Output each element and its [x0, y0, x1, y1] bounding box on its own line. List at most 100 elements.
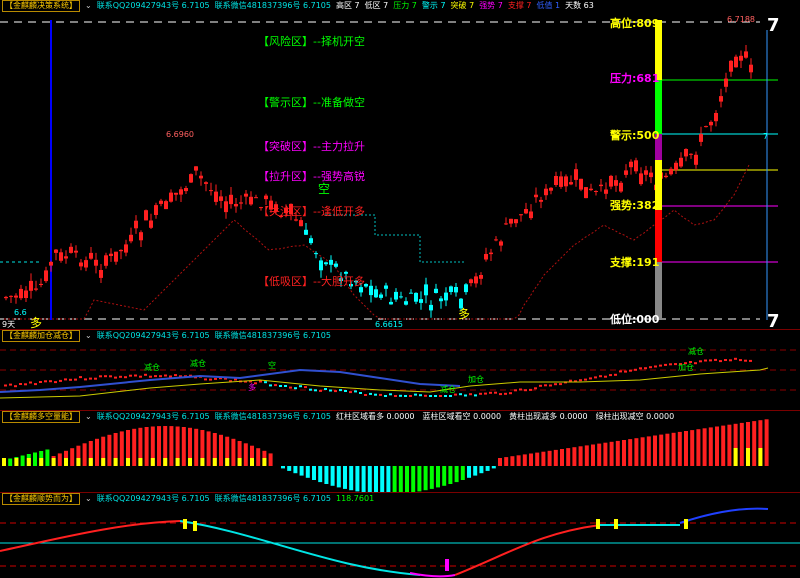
position-dot	[259, 380, 262, 383]
big-seven-bottom: 7	[767, 311, 780, 329]
legend-item: 高区 7	[335, 1, 360, 10]
position-dot	[694, 362, 697, 365]
candle	[64, 256, 68, 259]
volume-bar	[398, 466, 403, 492]
volume-yellow-bar	[262, 458, 267, 466]
chevron-down-icon[interactable]: ⌄	[85, 330, 92, 342]
position-dot	[619, 370, 622, 373]
indicator-title[interactable]: 【金麒麟顺势而为】	[2, 493, 80, 505]
candle	[674, 162, 678, 171]
candle	[159, 200, 163, 204]
indicator-title[interactable]: 【金麒麟多空量能】	[2, 411, 80, 423]
volume-bar	[603, 442, 608, 466]
volume-bar	[392, 466, 397, 492]
position-dot	[459, 393, 462, 396]
kong-marker: 空	[318, 182, 330, 196]
position-dot	[269, 384, 272, 387]
volume-bar	[157, 426, 161, 466]
candle	[169, 192, 173, 202]
volume-panel[interactable]: 【金麒麟多空量能】 ⌄ 联系QQ209427943号 6.7105 联系微信48…	[0, 411, 800, 492]
candle	[494, 239, 498, 241]
volume-bar	[436, 466, 440, 488]
candle	[14, 295, 18, 298]
volume-bar	[144, 427, 149, 466]
position-dot	[569, 379, 572, 382]
volume-yellow-bar	[2, 458, 6, 466]
position-mark: 空	[268, 360, 276, 370]
position-dot	[214, 377, 217, 380]
position-panel[interactable]: 减仓空减仓多加仓 减仓 减仓 加仓 【金麒麟加仓减仓】 ⌄ 联系QQ209427943…	[0, 330, 800, 410]
candle	[324, 262, 328, 265]
volume-bar	[640, 437, 645, 466]
candle	[309, 238, 313, 244]
volume-bar	[256, 448, 261, 466]
candle	[219, 196, 223, 201]
position-dot	[24, 383, 27, 386]
position-dot	[664, 363, 667, 366]
candle	[99, 270, 103, 278]
position-dot	[444, 395, 447, 397]
indicator-title[interactable]: 【金麒麟决策系统】	[2, 0, 80, 12]
chevron-down-icon[interactable]: ⌄	[85, 411, 92, 423]
position-dot	[384, 395, 387, 397]
position-dot	[749, 359, 752, 362]
position-dot	[529, 388, 532, 391]
position-dot	[719, 360, 722, 363]
position-dot	[329, 389, 332, 392]
candle	[669, 168, 673, 175]
candle	[244, 193, 248, 197]
trend-yellow-bar	[684, 519, 688, 529]
contact-wechat: 联系微信481837396号 6.7105	[214, 331, 331, 340]
legend-item: 红柱区域看多 0.0000	[335, 412, 415, 421]
zone-label: 【风险区】--择机开空	[258, 34, 365, 48]
volume-bar	[609, 441, 614, 466]
volume-bar	[764, 419, 769, 466]
zone-label: 【突破区】--主力拉升	[258, 139, 365, 153]
position-dot	[129, 374, 132, 377]
position-dot	[609, 374, 612, 377]
volume-yellow-bar	[14, 458, 19, 466]
position-mark: 加仓	[468, 374, 484, 384]
candle	[79, 262, 83, 267]
candle	[709, 121, 713, 126]
candle	[434, 288, 438, 293]
chevron-down-icon[interactable]: ⌄	[85, 493, 92, 505]
volume-bar	[498, 458, 502, 466]
volume-yellow-bar	[113, 458, 118, 466]
main-chart-panel[interactable]: 【风险区】--择机开空 【警示区】--准备做空 【突破区】--主力拉升 【拉升区】--…	[0, 0, 800, 329]
volume-bar	[535, 452, 540, 466]
position-dot	[159, 375, 162, 378]
trend-chart-svg	[0, 507, 800, 578]
volume-bar	[479, 466, 484, 474]
position-dot	[599, 375, 602, 378]
candle	[469, 279, 473, 284]
position-dot	[654, 365, 657, 368]
trend-panel[interactable]: 【金麒麟顺势而为】 ⌄ 联系QQ209427943号 6.7105 联系微信48…	[0, 493, 800, 578]
position-dot	[729, 359, 732, 362]
trend-yellow-bar	[614, 519, 618, 529]
candle	[54, 249, 58, 253]
candle	[334, 263, 338, 267]
legend-item: 警示 7	[421, 1, 446, 10]
position-dot	[359, 392, 362, 394]
candle	[34, 288, 38, 290]
candle	[19, 288, 23, 299]
position-dot	[84, 378, 87, 381]
position-dot	[634, 368, 637, 371]
left-price-label: 6.6	[14, 308, 27, 317]
position-dot	[109, 375, 112, 378]
candle	[44, 270, 48, 282]
position-dot	[624, 370, 627, 373]
volume-bar	[690, 430, 695, 466]
position-dot	[629, 369, 632, 372]
candle	[554, 176, 558, 185]
gauge-segment	[655, 80, 662, 134]
candle	[109, 253, 113, 256]
candle	[509, 218, 513, 224]
indicator-title[interactable]: 【金麒麟加仓减仓】	[2, 330, 80, 342]
position-dot	[134, 374, 137, 377]
position-dot	[204, 378, 207, 381]
chevron-down-icon[interactable]: ⌄	[85, 0, 92, 12]
volume-bar	[560, 449, 564, 466]
volume-yellow-bar	[76, 458, 81, 466]
